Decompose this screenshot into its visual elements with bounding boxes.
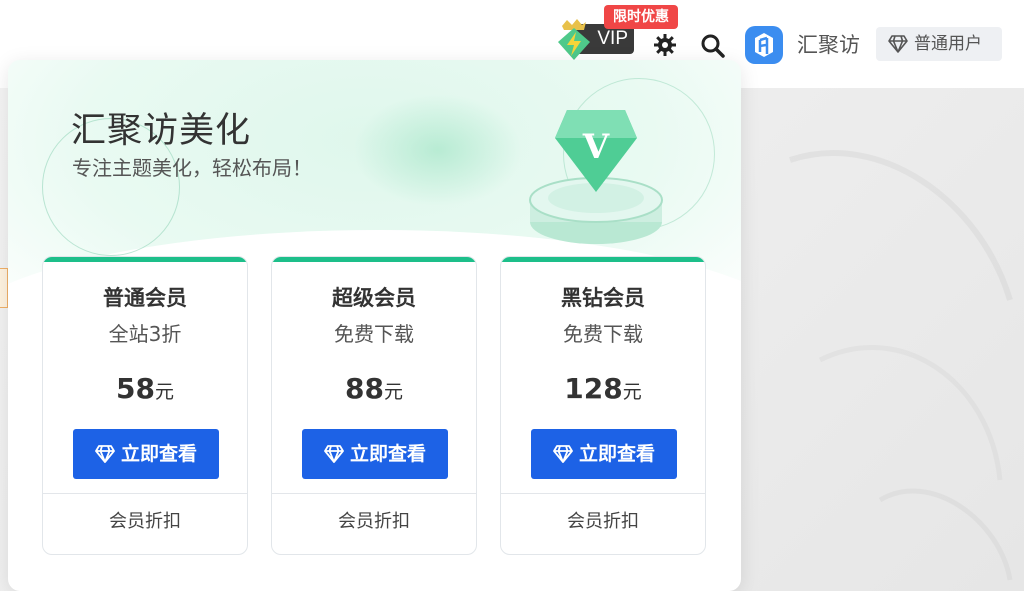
user-level-chip[interactable]: 普通用户 (876, 27, 1002, 61)
diamond-icon (888, 35, 908, 53)
plan-name: 黑钻会员 (561, 286, 645, 310)
card-divider (272, 493, 476, 494)
view-now-button[interactable]: 立即查看 (302, 429, 448, 479)
plan-name: 普通会员 (103, 286, 187, 310)
card-accent-line (272, 257, 476, 262)
view-now-button[interactable]: 立即查看 (73, 429, 219, 479)
price-unit: 元 (154, 381, 174, 403)
card-divider (501, 493, 705, 494)
card-accent-line (43, 257, 247, 262)
lightning-crown-icon (558, 19, 590, 60)
view-now-button[interactable]: 立即查看 (531, 429, 677, 479)
price-value: 128 (564, 372, 623, 405)
member-discount-link[interactable]: 会员折扣 (501, 507, 705, 533)
site-name[interactable]: 汇聚访 (797, 29, 860, 59)
site-logo-icon[interactable] (745, 26, 783, 64)
diamond-icon (95, 445, 115, 463)
price-unit: 元 (383, 381, 403, 403)
card-accent-line (501, 257, 705, 262)
search-icon[interactable] (700, 33, 726, 59)
button-label: 立即查看 (578, 443, 655, 465)
background-decoration (789, 150, 1013, 581)
plan-price: 128元 (501, 372, 705, 405)
plan-price: 88元 (272, 372, 476, 405)
promo-tag[interactable]: 限时优惠 (604, 5, 678, 29)
member-discount-link[interactable]: 会员折扣 (272, 507, 476, 533)
price-value: 58 (116, 372, 155, 405)
card-divider (43, 493, 247, 494)
button-label: 立即查看 (349, 443, 426, 465)
plan-card-super: 超级会员 免费下载 88元 立即查看 会员折扣 (271, 256, 477, 555)
gear-icon[interactable] (653, 33, 677, 57)
button-label: 立即查看 (120, 443, 197, 465)
plan-description: 免费下载 (563, 322, 643, 346)
plan-price: 58元 (43, 372, 247, 405)
side-tab[interactable] (0, 268, 8, 308)
vip-popup-panel: 汇聚访美化 专注主题美化，轻松布局！ V 普通会员 全站3折 58元 立即查看 … (8, 60, 741, 591)
plan-description: 免费下载 (334, 322, 414, 346)
diamond-icon (553, 445, 573, 463)
price-unit: 元 (622, 381, 642, 403)
plan-card-regular: 普通会员 全站3折 58元 立即查看 会员折扣 (42, 256, 248, 555)
plan-card-black-diamond: 黑钻会员 免费下载 128元 立即查看 会员折扣 (500, 256, 706, 555)
price-value: 88 (345, 372, 384, 405)
member-discount-link[interactable]: 会员折扣 (43, 507, 247, 533)
panel-subtitle: 专注主题美化，轻松布局！ (72, 156, 312, 180)
plan-description: 全站3折 (108, 322, 182, 346)
plan-name: 超级会员 (332, 286, 416, 310)
diamond-icon (324, 445, 344, 463)
vip-emblem-icon: V (529, 110, 663, 244)
panel-title: 汇聚访美化 (71, 111, 252, 151)
emblem-letter: V (582, 127, 610, 167)
user-level-label: 普通用户 (914, 34, 982, 54)
